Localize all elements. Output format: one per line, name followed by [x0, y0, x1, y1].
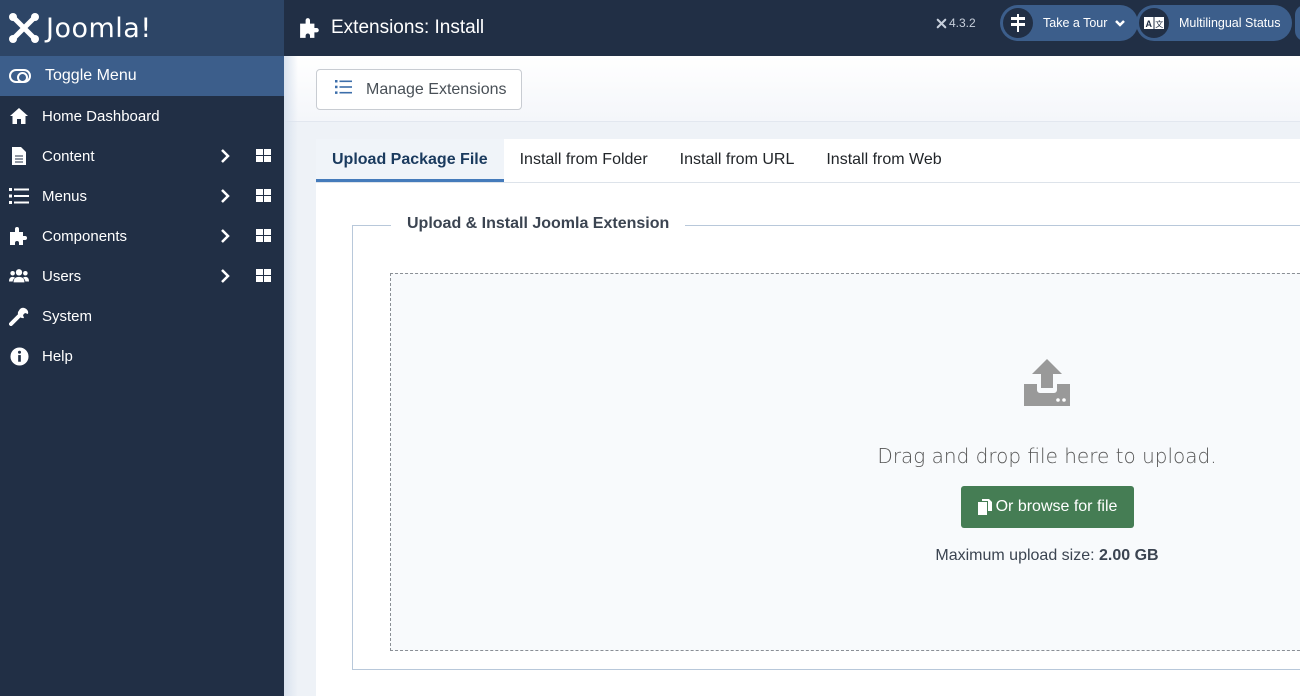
list-icon [9, 186, 29, 206]
upload-fieldset: Upload & Install Joomla Extension Drag a… [352, 215, 1300, 670]
max-upload-value: 2.00 GB [1099, 547, 1159, 564]
user-menu-button[interactable] [1295, 5, 1300, 41]
upload-icon [1022, 358, 1072, 413]
joomla-logo-icon [9, 13, 39, 43]
puzzle-icon [299, 17, 321, 39]
brand-name: Joomla! [46, 12, 152, 44]
sidebar-item-label: Home Dashboard [42, 107, 160, 125]
svg-text:A: A [1145, 19, 1152, 29]
dashboard-grid-icon[interactable] [256, 269, 271, 282]
list-icon [335, 80, 352, 99]
tab-upload-package-file[interactable]: Upload Package File [316, 139, 504, 182]
sidebar-item-label: Users [42, 267, 82, 285]
sidebar-item-label: System [42, 307, 93, 325]
home-icon [9, 106, 29, 126]
svg-text:文: 文 [1155, 19, 1163, 29]
dashboard-grid-icon[interactable] [256, 149, 271, 162]
version-number: 4.3.2 [949, 16, 976, 30]
max-upload-size: Maximum upload size: 2.00 GB [391, 547, 1300, 565]
sidebar-item-users[interactable]: Users [0, 256, 284, 296]
language-icon: A文 [1139, 8, 1169, 38]
sidebar-item-label: Menus [42, 187, 88, 205]
dashboard-grid-icon[interactable] [256, 229, 271, 242]
content-shadow [284, 56, 298, 696]
sidebar-item-help[interactable]: Help [0, 336, 284, 376]
sidebar-item-content[interactable]: Content [0, 136, 284, 176]
info-icon [9, 346, 29, 366]
max-upload-label: Maximum upload size: [935, 547, 1095, 564]
sidebar-item-menus[interactable]: Menus [0, 176, 284, 216]
chevron-right-icon[interactable] [220, 228, 230, 248]
browse-file-label: Or browse for file [995, 498, 1118, 515]
multilingual-status-button[interactable]: A文 Multilingual Status [1136, 5, 1293, 41]
manage-extensions-label: Manage Extensions [366, 80, 507, 98]
sidebar-item-label: Content [42, 147, 95, 165]
manage-extensions-button[interactable]: Manage Extensions [316, 69, 522, 110]
page-title: Extensions: Install [331, 17, 485, 38]
upload-dropzone[interactable]: Drag and drop file here to upload. Or br… [390, 273, 1300, 651]
install-tabs: Upload Package File Install from Folder … [316, 139, 1300, 183]
chevron-down-icon [1115, 20, 1126, 27]
take-a-tour-label: Take a Tour [1043, 16, 1108, 30]
wrench-icon [9, 306, 29, 326]
tab-install-from-url[interactable]: Install from URL [664, 139, 811, 182]
browse-file-button[interactable]: Or browse for file [961, 486, 1134, 528]
upload-legend: Upload & Install Joomla Extension [391, 215, 686, 233]
sidebar-item-components[interactable]: Components [0, 216, 284, 256]
dashboard-grid-icon[interactable] [256, 189, 271, 202]
brand-logo[interactable]: Joomla! [0, 0, 284, 56]
sidebar-item-label: Components [42, 227, 128, 245]
tab-install-from-folder[interactable]: Install from Folder [504, 139, 664, 182]
toolbar: Manage Extensions [284, 56, 1300, 122]
chevron-right-icon[interactable] [220, 268, 230, 288]
toggle-icon [9, 69, 31, 83]
tab-install-from-web[interactable]: Install from Web [810, 139, 957, 182]
joomla-small-icon [936, 18, 947, 28]
puzzle-icon [9, 226, 29, 246]
multilingual-status-label: Multilingual Status [1179, 16, 1281, 30]
sidebar: Joomla! Toggle Menu Home Dashboard Conte… [0, 0, 284, 696]
toggle-menu-label: Toggle Menu [45, 67, 137, 84]
version-info: 4.3.2 [936, 16, 976, 30]
toggle-menu-button[interactable]: Toggle Menu [0, 56, 284, 96]
users-icon [9, 266, 29, 286]
page-header: Extensions: Install 4.3.2 Take a Tour A文… [284, 0, 1300, 56]
sidebar-item-label: Help [42, 347, 73, 365]
copy-icon [977, 499, 992, 515]
chevron-right-icon[interactable] [220, 148, 230, 168]
sidebar-item-system[interactable]: System [0, 296, 284, 336]
install-card: Upload Package File Install from Folder … [316, 139, 1300, 696]
drag-drop-text: Drag and drop file here to upload. [877, 444, 1217, 468]
chevron-right-icon[interactable] [220, 188, 230, 208]
take-a-tour-button[interactable]: Take a Tour [1000, 5, 1139, 41]
sidebar-item-home-dashboard[interactable]: Home Dashboard [0, 96, 284, 136]
file-icon [9, 146, 29, 166]
signpost-icon [1003, 8, 1033, 38]
